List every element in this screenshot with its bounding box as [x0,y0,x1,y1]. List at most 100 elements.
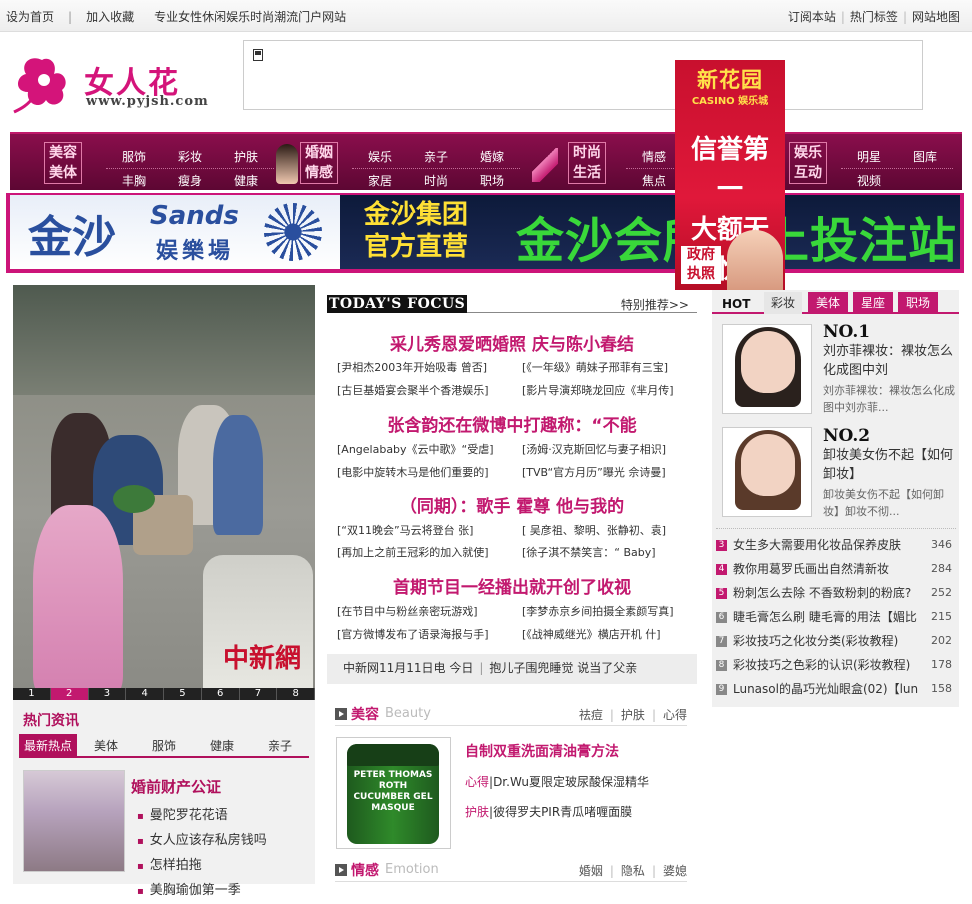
focus-headline[interactable]: （同期）：歌手 霍尊 他与我的 [327,492,697,517]
top-ad-frame[interactable] [243,40,923,110]
slide-dot[interactable]: 7 [240,688,278,700]
nav-item[interactable]: 职场 [464,172,520,189]
tab-health[interactable]: 健康 [193,734,251,756]
focus-headline[interactable]: 张含韵还在微博中打趣称：“不能 [327,411,697,436]
section-link[interactable]: 祛痘 [579,708,603,722]
add-favorite-link[interactable]: 加入收藏 [86,10,134,24]
slide-dot[interactable]: 6 [202,688,240,700]
rank-item-title[interactable]: 教你用葛罗氏画出自然清新妆 [733,557,919,581]
beauty-line[interactable]: 护肤|彼得罗夫PIR青瓜啫喱面膜 [465,803,632,820]
focus-link[interactable]: [电影中旋转木马是他们重要的] [337,464,507,480]
list-item[interactable]: 6 睫毛膏怎么刷 睫毛膏的用法【媚比 215 [716,605,956,629]
nav-item[interactable]: 娱乐 [352,148,408,165]
focus-link[interactable]: [《一年级》萌妹子邢菲有三宝] [522,359,692,375]
tab-body[interactable]: 美体 [808,292,848,314]
rank-title[interactable]: 卸妆美女伤不起【如何卸妆】 [823,446,955,484]
casino-banner-ad[interactable]: 金沙 Sands 娱樂場 金沙集团官方直营 金沙会所会上投注站 [6,193,964,273]
tab-makeup[interactable]: 彩妆 [764,292,802,314]
section-link[interactable]: 隐私 [621,864,645,878]
nav-head-fashion[interactable]: 时尚 生活 [568,142,606,184]
slideshow-image[interactable]: 中新網 [13,285,315,699]
focus-link[interactable]: [再加上之前王冠彩的加入就使] [337,544,507,560]
sitemap-link[interactable]: 网站地图 [912,10,960,24]
slide-dot[interactable]: 3 [89,688,127,700]
tab-career[interactable]: 职场 [898,292,938,314]
beauty-product-image[interactable]: PETER THOMAS ROTH CUCUMBER GEL MASQUE [336,737,451,849]
casino-tall-ad[interactable]: 新花园 CASINO 娱乐城 信誉第一大额无忧 政府执照 [675,60,785,290]
beauty-tag[interactable]: 心得 [465,775,489,789]
beauty-tag[interactable]: 护肤 [465,805,489,819]
subscribe-link[interactable]: 订阅本站 [788,10,836,24]
nav-item[interactable]: 婚嫁 [464,148,520,165]
focus-link[interactable]: [徐子淇不禁笑言：“ Baby] [522,544,692,560]
focus-link[interactable]: [《战神威继光》横店开机 什] [522,626,692,642]
section-link[interactable]: 心得 [663,708,687,722]
list-item[interactable]: 曼陀罗花花语 [137,804,267,829]
hot-news-title[interactable]: 婚前财产公证 [131,776,221,797]
beauty-line[interactable]: 心得|Dr.Wu夏限定玻尿酸保湿精华 [465,773,649,790]
section-link[interactable]: 护肤 [621,708,645,722]
rank-2-image[interactable] [722,427,812,517]
rank-1-image[interactable] [722,324,812,414]
focus-link[interactable]: [古巨基婚宴会聚半个香港娱乐] [337,382,507,398]
list-item[interactable]: 9 Lunasol的晶巧光灿眼盒(02)【lun 158 [716,677,956,701]
set-homepage-link[interactable]: 设为首页 [6,10,54,24]
slide-dot[interactable]: 2 [50,688,89,700]
nav-item[interactable]: 焦点 [626,172,682,189]
section-title[interactable]: 美容 [351,704,379,724]
focus-link[interactable]: [TVB“官方月历”曝光 佘诗曼] [522,464,692,480]
nav-item[interactable]: 图库 [897,148,953,165]
rank-item-title[interactable]: 彩妆技巧之色彩的认识(彩妆教程) [733,653,919,677]
beauty-line-text[interactable]: 彼得罗夫PIR青瓜啫喱面膜 [493,805,632,819]
focus-link[interactable]: [尹相杰2003年开始吸毒 曾否] [337,359,507,375]
list-item[interactable]: 8 彩妆技巧之色彩的认识(彩妆教程) 178 [716,653,956,677]
list-item[interactable]: 美胸瑜伽第一季 [137,879,267,904]
rank-item-title[interactable]: 粉刺怎么去除 不香致粉刺的粉底? [733,581,919,605]
list-item[interactable]: 5 粉刺怎么去除 不香致粉刺的粉底? 252 [716,581,956,605]
section-link[interactable]: 婚姻 [579,864,603,878]
focus-link[interactable]: [影片导演郑晓龙回应《芈月传] [522,382,692,398]
nav-item[interactable]: 瘦身 [162,172,218,189]
focus-headline[interactable]: 采儿秀恩爱晒婚照 庆与陈小春结 [327,330,697,355]
beauty-line-text[interactable]: Dr.Wu夏限定玻尿酸保湿精华 [493,775,649,789]
hot-news-image[interactable] [23,770,125,872]
tab-horoscope[interactable]: 星座 [853,292,893,314]
list-item[interactable]: 怎样拍拖 [137,854,267,879]
tab-parenting[interactable]: 亲子 [251,734,309,756]
slide-dot[interactable]: 8 [277,688,315,700]
nav-head-ent[interactable]: 娱乐 互动 [789,142,827,184]
tab-clothing[interactable]: 服饰 [135,734,193,756]
tab-body[interactable]: 美体 [77,734,135,756]
slide-dot[interactable]: 5 [164,688,202,700]
focus-link[interactable]: [官方微博发布了语录海报与手] [337,626,507,642]
nav-item[interactable]: 健康 [218,172,274,189]
nav-item[interactable]: 亲子 [408,148,464,165]
nav-item[interactable]: 彩妆 [162,148,218,165]
focus-headline[interactable]: 首期节目一经播出就开创了收视 [327,573,697,598]
ticker-link[interactable]: 抱儿子围兜睡觉 说当了父亲 [489,661,637,675]
rank-title[interactable]: 刘亦菲裸妆：裸妆怎么化成图中刘 [823,342,955,380]
focus-link[interactable]: [ 吴彦祖、黎明、张静初、袁] [522,522,692,538]
hot-tags-link[interactable]: 热门标签 [850,10,898,24]
list-item[interactable]: 7 彩妆技巧之化妆分类(彩妆教程) 202 [716,629,956,653]
list-item[interactable]: 3 女生多大需要用化妆品保养皮肤 346 [716,533,956,557]
section-link[interactable]: 婆媳 [663,864,687,878]
nav-head-beauty[interactable]: 美容 美体 [44,142,82,184]
nav-item[interactable]: 情感 [626,148,682,165]
nav-item[interactable]: 时尚 [408,172,464,189]
section-title[interactable]: 情感 [351,860,379,880]
slide-dot[interactable]: 1 [13,688,51,700]
nav-item[interactable]: 视频 [841,172,897,189]
tab-latest[interactable]: 最新热点 [19,734,77,756]
list-item[interactable]: 4 教你用葛罗氏画出自然清新妆 284 [716,557,956,581]
rank-item-title[interactable]: 女生多大需要用化妆品保养皮肤 [733,533,919,557]
site-logo[interactable]: 女人花 www.pyjsh.com [12,50,222,120]
ticker-link[interactable]: 中新网11月11日电 今日 [343,661,473,675]
focus-link[interactable]: [汤姆·汉克斯回忆与妻子相识] [522,441,692,457]
list-item[interactable]: 女人应该存私房钱吗 [137,829,267,854]
nav-item[interactable]: 家居 [352,172,408,189]
rank-item-title[interactable]: Lunasol的晶巧光灿眼盒(02)【lun [733,677,919,701]
focus-link[interactable]: [李梦赤京乡间拍摄全素颜写真] [522,603,692,619]
nav-head-marriage[interactable]: 婚姻 情感 [300,142,338,184]
focus-link[interactable]: [在节目中与粉丝亲密玩游戏] [337,603,507,619]
